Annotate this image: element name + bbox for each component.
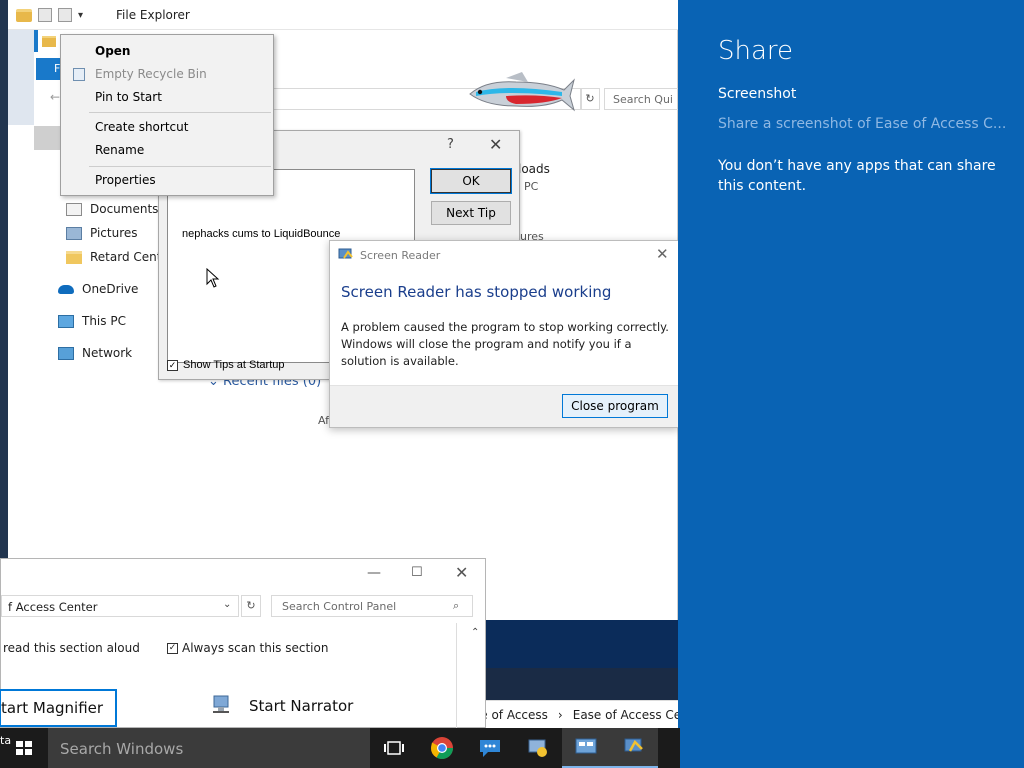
- menu-item-create-shortcut[interactable]: Create shortcut: [95, 120, 188, 134]
- nav-item-this-pc[interactable]: This PC: [58, 314, 126, 328]
- start-narrator-button[interactable]: Start Narrator: [249, 697, 353, 715]
- control-panel-taskbar-icon[interactable]: [562, 728, 610, 768]
- read-section-aloud-option[interactable]: read this section aloud: [3, 641, 140, 655]
- search-input[interactable]: Search Control Panel: [271, 595, 473, 617]
- new-folder-icon[interactable]: [58, 8, 72, 22]
- task-view-icon[interactable]: [370, 728, 418, 768]
- narrator-icon: [213, 695, 229, 713]
- checkbox-checked-icon: ✓: [167, 642, 178, 654]
- context-menu: Open Empty Recycle Bin Pin to Start Crea…: [60, 34, 274, 196]
- show-tips-label: Show Tips at Startup: [183, 359, 285, 371]
- nav-item-label: Network: [82, 346, 133, 360]
- show-tips-checkbox[interactable]: ✓ Show Tips at Startup: [167, 359, 285, 371]
- this-pc-icon: [58, 314, 74, 328]
- mouse-cursor-icon: [206, 268, 220, 288]
- share-title: Share: [718, 36, 794, 66]
- menu-separator: [89, 166, 271, 167]
- menu-item-open[interactable]: Open: [95, 44, 130, 58]
- messaging-icon[interactable]: [466, 728, 514, 768]
- help-icon[interactable]: ?: [447, 137, 454, 152]
- explorer-titlebar: ▾ File Explorer: [8, 0, 678, 30]
- nav-item-network[interactable]: Network: [58, 346, 132, 360]
- menu-separator: [89, 112, 271, 113]
- desktop-strip: [0, 0, 8, 560]
- nav-item-pictures[interactable]: Pictures: [66, 226, 138, 240]
- nav-item-onedrive[interactable]: OneDrive: [58, 282, 138, 296]
- back-arrow-icon[interactable]: ←: [50, 90, 60, 104]
- always-scan-label: Always scan this section: [182, 641, 329, 655]
- close-icon[interactable]: ✕: [489, 135, 502, 154]
- nav-item-label: Retard Centr: [90, 250, 167, 264]
- documents-icon: [66, 202, 82, 216]
- chrome-icon[interactable]: [418, 728, 466, 768]
- taskbar: Search Windows: [0, 728, 680, 768]
- chevron-right-icon: ›: [557, 707, 563, 722]
- dialog-title: Screen Reader: [360, 249, 441, 262]
- screen-reader-taskbar-icon[interactable]: [610, 728, 658, 768]
- control-panel-window: — ☐ ✕ f Access Center ⌄ ↻ Search Control…: [0, 558, 486, 729]
- nav-item-label: This PC: [82, 314, 126, 328]
- taskbar-search-input[interactable]: Search Windows: [48, 728, 370, 768]
- error-heading: Screen Reader has stopped working: [341, 283, 612, 301]
- folder-icon: [16, 8, 32, 22]
- search-input[interactable]: Search Qui: [604, 88, 684, 110]
- minimize-icon[interactable]: —: [367, 565, 381, 581]
- menu-item-pin-to-start[interactable]: Pin to Start: [95, 90, 162, 104]
- close-icon[interactable]: ✕: [656, 245, 669, 263]
- breadcrumb: se of Access › Ease of Access Ce: [470, 700, 680, 728]
- refresh-icon[interactable]: ↻: [580, 88, 600, 110]
- close-icon[interactable]: ✕: [455, 563, 468, 582]
- network-icon: [58, 346, 74, 360]
- close-program-button[interactable]: Close program: [562, 394, 668, 418]
- desktop-label-fragment: ta: [0, 734, 12, 747]
- menu-item-rename[interactable]: Rename: [95, 143, 144, 157]
- always-scan-checkbox[interactable]: ✓ Always scan this section: [167, 641, 328, 655]
- chevron-down-icon[interactable]: ⌄: [223, 599, 231, 610]
- screen-reader-app-icon: [338, 248, 353, 259]
- share-pane: Share Screenshot Share a screenshot of E…: [678, 0, 1024, 768]
- nav-item-label: Pictures: [90, 226, 138, 240]
- downloads-sub: PC: [524, 180, 539, 193]
- share-description: Share a screenshot of Ease of Access C..…: [718, 116, 1007, 132]
- next-tip-button[interactable]: Next Tip: [431, 201, 511, 225]
- onedrive-icon: [58, 284, 74, 294]
- share-message: You don’t have any apps that can share t…: [718, 158, 996, 194]
- ok-button[interactable]: OK: [430, 168, 512, 194]
- recycle-bin-folder-icon: [42, 36, 56, 47]
- fish-image: [469, 72, 575, 112]
- scroll-up-icon[interactable]: ⌃: [471, 627, 479, 638]
- window-title: File Explorer: [116, 8, 190, 22]
- nav-item-label: Documents: [90, 202, 159, 216]
- nav-item-documents[interactable]: Documents: [66, 202, 158, 216]
- maximize-icon[interactable]: ☐: [411, 565, 423, 580]
- folder-icon: [66, 250, 82, 264]
- app-icon[interactable]: [514, 728, 562, 768]
- recycle-bin-icon: [73, 68, 85, 81]
- recent-files-empty-text: Af: [318, 414, 330, 427]
- nav-item-label: OneDrive: [82, 282, 139, 296]
- refresh-icon[interactable]: ↻: [241, 595, 261, 617]
- properties-icon[interactable]: [38, 8, 52, 22]
- error-message: A problem caused the program to stop wor…: [341, 320, 669, 368]
- search-icon: ⌕: [453, 599, 460, 612]
- menu-item-properties[interactable]: Properties: [95, 173, 156, 187]
- tip-text: nephacks cums to LiquidBounce: [182, 228, 341, 240]
- nav-item-retard-centr[interactable]: Retard Centr: [66, 250, 166, 264]
- start-magnifier-button[interactable]: tart Magnifier: [0, 689, 117, 727]
- control-panel-header-band: [485, 620, 680, 668]
- address-bar[interactable]: f Access Center: [1, 595, 239, 617]
- downloads-label[interactable]: loads: [518, 162, 550, 176]
- error-dialog: Screen Reader ✕ Screen Reader has stoppe…: [329, 240, 679, 428]
- customize-dropdown-icon[interactable]: ▾: [78, 10, 83, 21]
- pictures-icon: [66, 226, 82, 240]
- quick-access-toolbar: ▾: [16, 8, 83, 22]
- ribbon-edge: [8, 30, 34, 125]
- share-subtitle: Screenshot: [718, 86, 797, 102]
- menu-item-empty-recycle-bin[interactable]: Empty Recycle Bin: [95, 67, 207, 81]
- breadcrumb-item[interactable]: Ease of Access Ce: [573, 708, 680, 722]
- checkbox-checked-icon: ✓: [167, 359, 178, 371]
